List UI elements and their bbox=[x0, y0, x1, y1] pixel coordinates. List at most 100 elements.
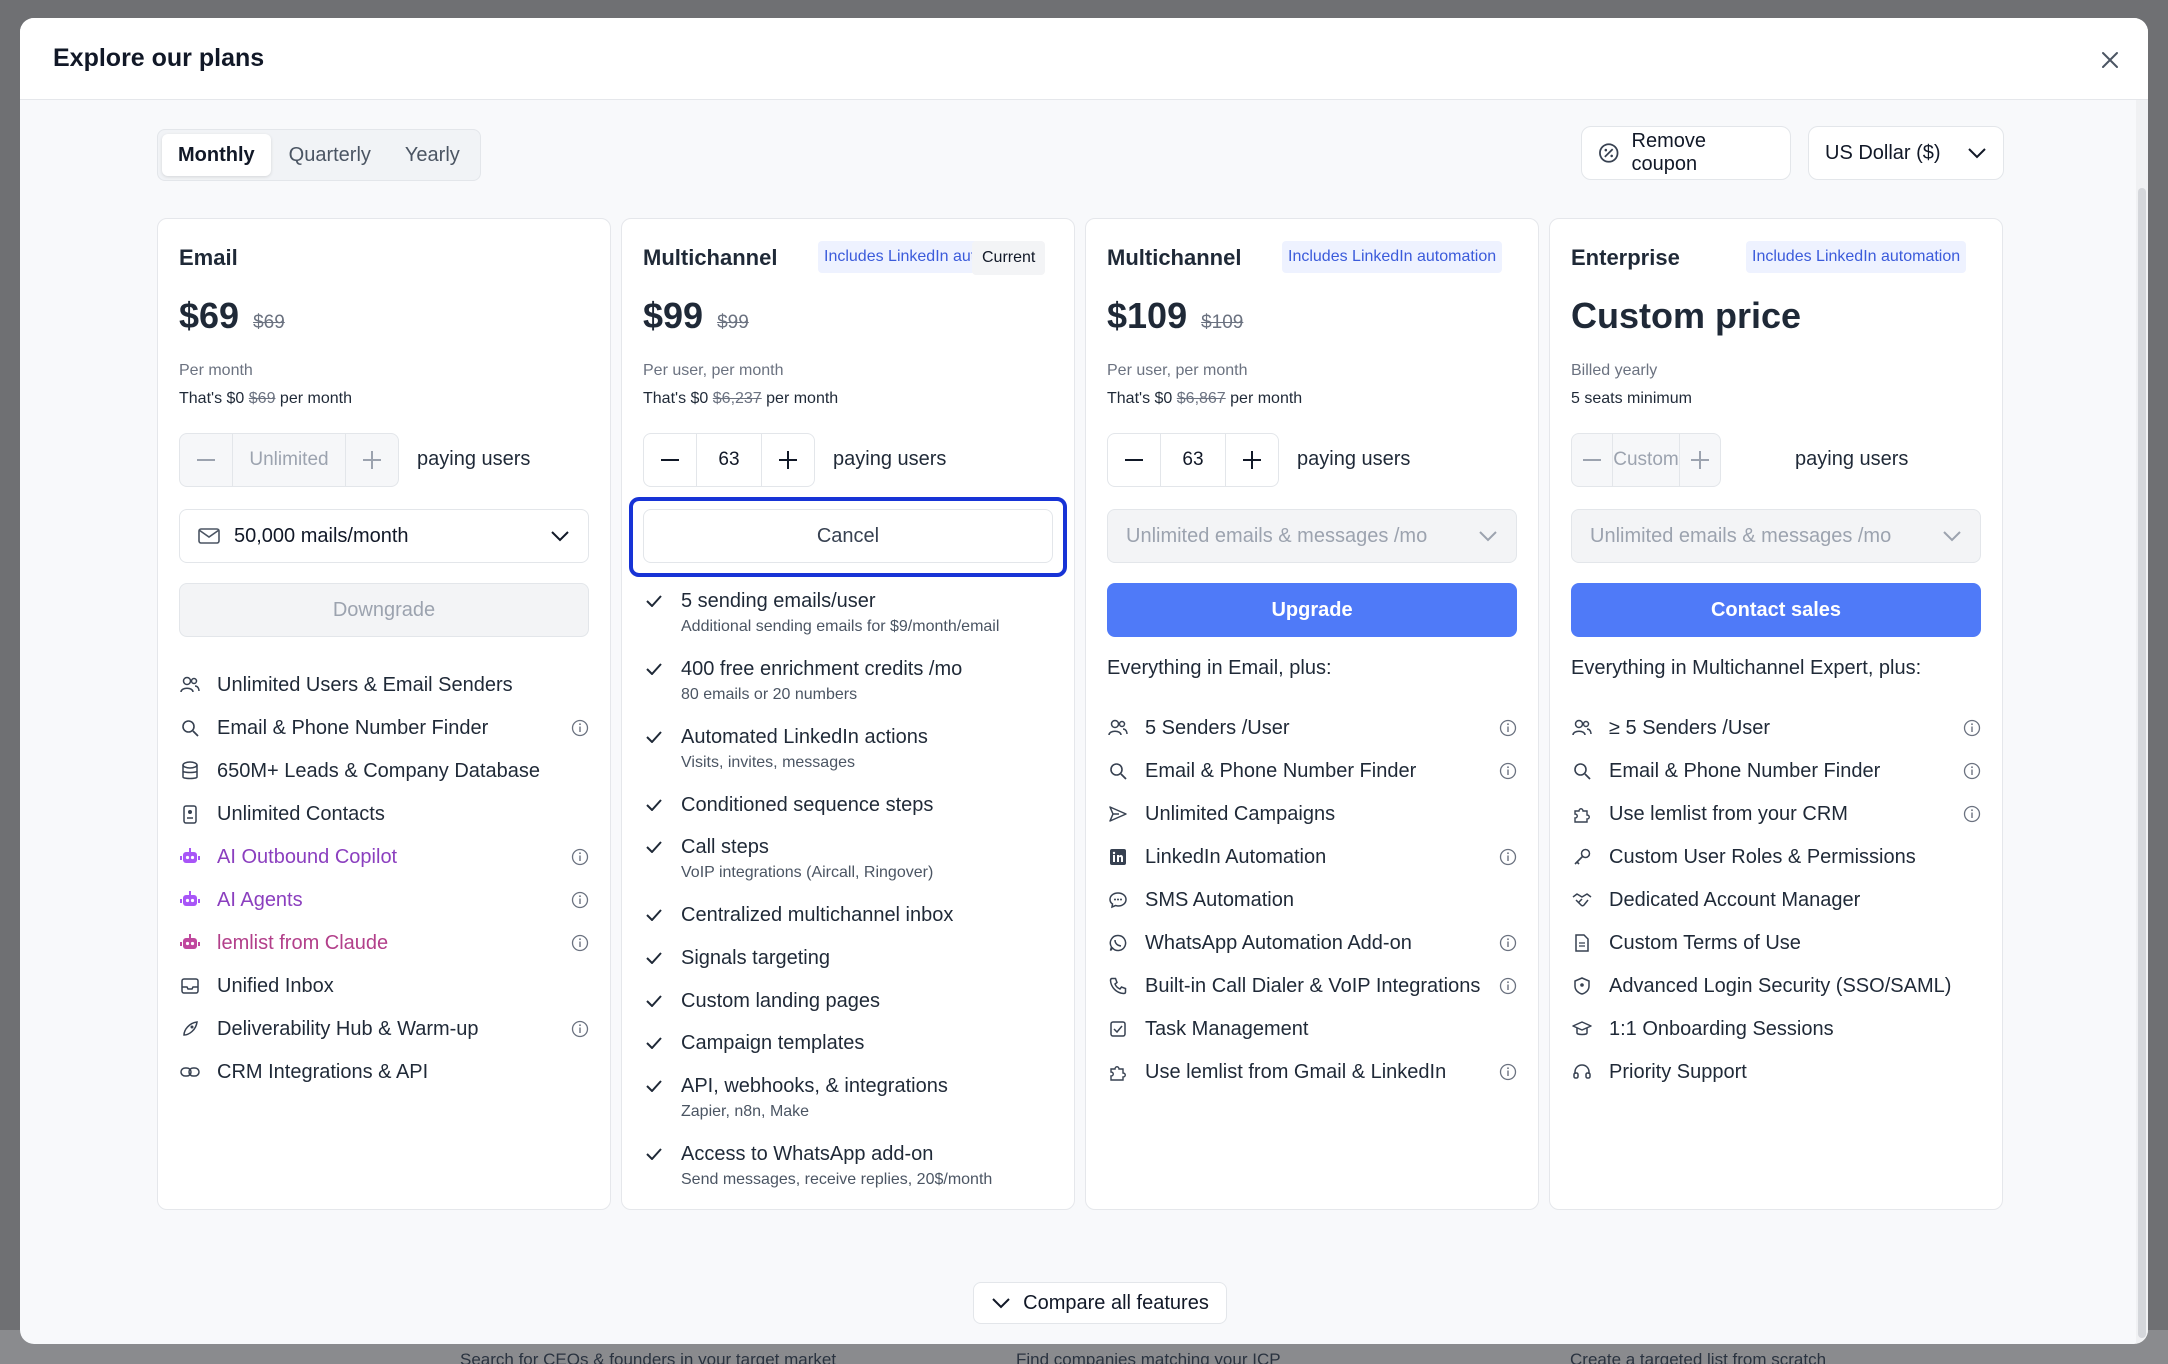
feature-label: LinkedIn Automation bbox=[1145, 845, 1327, 868]
plan-price: $69 bbox=[179, 295, 240, 336]
handshake-icon bbox=[1571, 889, 1593, 911]
feature-label: SMS Automation bbox=[1145, 888, 1294, 911]
plus-icon bbox=[363, 451, 381, 469]
background-text: Create a targeted list from scratch bbox=[1570, 1350, 1827, 1364]
plan-old-price: $99 bbox=[717, 312, 749, 333]
cancel-button[interactable]: Cancel bbox=[643, 509, 1053, 563]
search-icon bbox=[1571, 760, 1593, 782]
feature-label: Email & Phone Number Finder bbox=[217, 716, 489, 739]
puzzle-icon bbox=[1571, 803, 1593, 825]
info-icon[interactable] bbox=[1499, 1063, 1517, 1081]
info-icon[interactable] bbox=[1963, 762, 1981, 780]
users-value[interactable]: Unlimited bbox=[232, 434, 346, 486]
compare-features-button[interactable]: Compare all features bbox=[973, 1282, 1227, 1324]
feature-item: CRM Integrations & API bbox=[179, 1057, 589, 1087]
info-icon[interactable] bbox=[1499, 934, 1517, 952]
feature-item: Dedicated Account Manager bbox=[1571, 885, 1981, 915]
check-icon bbox=[643, 841, 665, 853]
info-icon[interactable] bbox=[571, 934, 589, 952]
total-prefix: That's $0 bbox=[179, 390, 245, 407]
close-button[interactable] bbox=[2094, 44, 2126, 76]
period-yearly[interactable]: Yearly bbox=[389, 134, 476, 176]
feature-label: Unlimited Users & Email Senders bbox=[217, 673, 513, 696]
feature-label: Unified Inbox bbox=[217, 974, 334, 997]
info-icon[interactable] bbox=[571, 1020, 589, 1038]
info-icon[interactable] bbox=[1963, 805, 1981, 823]
check-icon bbox=[643, 1037, 665, 1049]
mails-select[interactable]: Unlimited emails & messages /mo bbox=[1107, 509, 1517, 563]
ai-robot-icon bbox=[179, 889, 201, 911]
increment-button[interactable] bbox=[1680, 434, 1720, 486]
scrollbar[interactable] bbox=[2136, 100, 2148, 1344]
info-icon[interactable] bbox=[571, 848, 589, 866]
phone-icon bbox=[1107, 975, 1129, 997]
feature-label: Dedicated Account Manager bbox=[1609, 888, 1861, 911]
contact-sales-button[interactable]: Contact sales bbox=[1571, 583, 1981, 637]
downgrade-button[interactable]: Downgrade bbox=[179, 583, 589, 637]
increment-button[interactable] bbox=[346, 434, 398, 486]
minus-icon bbox=[661, 459, 679, 461]
check-label: 400 free enrichment credits /mo bbox=[681, 657, 963, 680]
feature-label: Email & Phone Number Finder bbox=[1609, 759, 1881, 782]
feature-item: Built-in Call Dialer & VoIP Integrations bbox=[1107, 971, 1517, 1001]
plan-name: Multichannel bbox=[643, 245, 778, 270]
headset-icon bbox=[1571, 1061, 1593, 1083]
increment-button[interactable] bbox=[762, 434, 814, 486]
check-icon bbox=[643, 663, 665, 675]
check-icon bbox=[643, 909, 665, 921]
users-stepper: Custom bbox=[1571, 433, 1721, 487]
mails-select[interactable]: 50,000 mails/month bbox=[179, 509, 589, 563]
decrement-button[interactable] bbox=[1108, 434, 1160, 486]
billing-period-toggle: Monthly Quarterly Yearly bbox=[157, 129, 481, 181]
info-icon[interactable] bbox=[1499, 977, 1517, 995]
info-icon[interactable] bbox=[571, 719, 589, 737]
feature-label: Custom User Roles & Permissions bbox=[1609, 845, 1916, 868]
chevron-down-icon bbox=[1479, 531, 1497, 542]
users-stepper: 63 bbox=[643, 433, 815, 487]
minus-icon bbox=[197, 459, 215, 461]
scrollbar-thumb[interactable] bbox=[2138, 188, 2146, 1338]
check-item: Centralized multichannel inbox bbox=[643, 900, 1063, 930]
info-icon[interactable] bbox=[1963, 719, 1981, 737]
period-quarterly[interactable]: Quarterly bbox=[273, 134, 387, 176]
check-label: Conditioned sequence steps bbox=[681, 793, 934, 816]
send-icon bbox=[1107, 803, 1129, 825]
graduation-icon bbox=[1571, 1018, 1593, 1040]
search-icon bbox=[1107, 760, 1129, 782]
billing-note: Per month bbox=[179, 362, 253, 379]
plan-old-price: $109 bbox=[1201, 312, 1244, 333]
check-label: Campaign templates bbox=[681, 1031, 865, 1054]
key-icon bbox=[1571, 846, 1593, 868]
period-monthly[interactable]: Monthly bbox=[162, 134, 271, 176]
billing-note: Billed yearly bbox=[1571, 362, 1658, 379]
total-old: $69 bbox=[248, 390, 276, 407]
feature-item: Email & Phone Number Finder bbox=[179, 713, 589, 743]
upgrade-button[interactable]: Upgrade bbox=[1107, 583, 1517, 637]
plans-modal: Explore our plans Monthly Quarterly Year… bbox=[20, 18, 2148, 1344]
chevron-down-icon bbox=[1943, 531, 1961, 542]
users-value[interactable]: 63 bbox=[696, 434, 762, 486]
info-icon[interactable] bbox=[571, 891, 589, 909]
mails-select[interactable]: Unlimited emails & messages /mo bbox=[1571, 509, 1981, 563]
feature-label: Use lemlist from your CRM bbox=[1609, 802, 1848, 825]
info-icon[interactable] bbox=[1499, 762, 1517, 780]
plan-name: Enterprise bbox=[1571, 245, 1680, 270]
currency-select[interactable]: US Dollar ($) bbox=[1808, 126, 2004, 180]
billing-note: Per user, per month bbox=[1107, 362, 1248, 379]
decrement-button[interactable] bbox=[1572, 434, 1612, 486]
rocket-icon bbox=[179, 1018, 201, 1040]
info-icon[interactable] bbox=[1499, 719, 1517, 737]
check-icon bbox=[643, 952, 665, 964]
mails-value: Unlimited emails & messages /mo bbox=[1590, 524, 1892, 547]
total-suffix: per month bbox=[279, 390, 352, 407]
decrement-button[interactable] bbox=[644, 434, 696, 486]
background-text: Search for CEOs & founders in your targe… bbox=[460, 1350, 837, 1364]
remove-coupon-button[interactable]: Remove coupon bbox=[1581, 126, 1791, 180]
users-value[interactable]: 63 bbox=[1160, 434, 1226, 486]
decrement-button[interactable] bbox=[180, 434, 232, 486]
users-value[interactable]: Custom bbox=[1612, 434, 1680, 486]
feature-item: Unlimited Campaigns bbox=[1107, 799, 1517, 829]
link-icon bbox=[179, 1061, 201, 1083]
info-icon[interactable] bbox=[1499, 848, 1517, 866]
increment-button[interactable] bbox=[1226, 434, 1278, 486]
